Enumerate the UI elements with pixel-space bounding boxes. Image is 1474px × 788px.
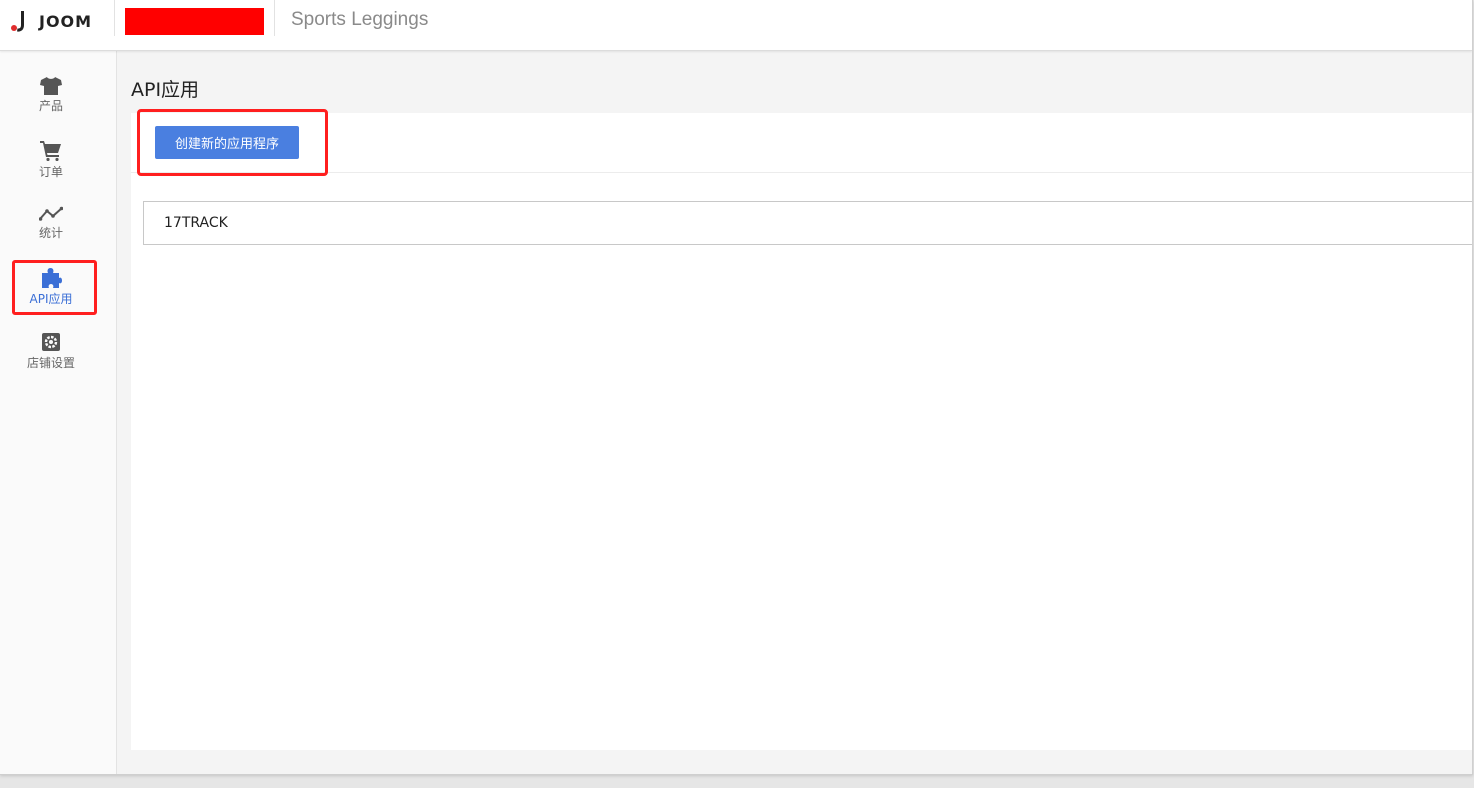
joom-logo-icon	[11, 11, 24, 32]
sidebar-item-orders[interactable]: 订单	[0, 140, 102, 186]
main-content: API应用 创建新的应用程序 17TRACK	[117, 51, 1472, 774]
header-divider	[274, 0, 275, 36]
top-header: JOOM Sports Leggings	[0, 0, 1472, 51]
tshirt-icon	[40, 77, 62, 95]
sidebar-item-label: 统计	[38, 226, 63, 240]
sidebar-item-store-settings[interactable]: 店铺设置	[0, 333, 102, 379]
store-name[interactable]: Sports Leggings	[291, 9, 428, 31]
cart-icon	[40, 141, 61, 161]
chart-line-icon	[39, 206, 63, 221]
sidebar-item-label: 订单	[38, 165, 63, 179]
create-new-app-button[interactable]: 创建新的应用程序	[155, 126, 299, 159]
sidebar-item-stats[interactable]: 统计	[0, 206, 102, 252]
joom-logo[interactable]: JOOM	[10, 7, 92, 35]
header-divider	[114, 0, 115, 36]
sidebar-item-api-apps[interactable]: API应用	[0, 267, 102, 313]
sidebar-item-label: API应用	[29, 292, 73, 306]
puzzle-icon	[42, 268, 62, 288]
app-list-item[interactable]: 17TRACK	[143, 201, 1472, 245]
app-name: 17TRACK	[164, 215, 228, 231]
sidebar-item-label: 产品	[38, 99, 63, 113]
sidebar-item-label: 店铺设置	[26, 356, 75, 370]
app-window: JOOM Sports Leggings 产品 订单 统计 API应用 店铺设置…	[0, 0, 1473, 775]
apps-card: 创建新的应用程序 17TRACK	[131, 113, 1472, 750]
page-title: API应用	[131, 79, 200, 101]
redacted-store-field	[125, 8, 264, 35]
gear-icon	[42, 333, 60, 351]
logo-text: JOOM	[39, 11, 93, 31]
sidebar: 产品 订单 统计 API应用 店铺设置	[0, 51, 117, 774]
card-toolbar: 创建新的应用程序	[131, 113, 1472, 173]
sidebar-item-products[interactable]: 产品	[0, 77, 102, 123]
